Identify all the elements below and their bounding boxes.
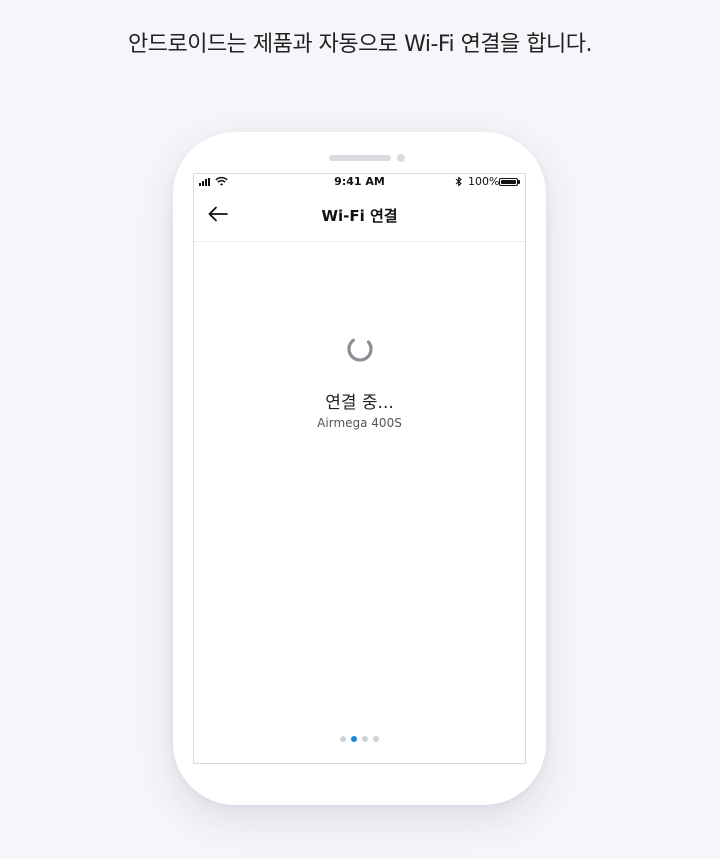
battery-icon [499,178,520,186]
page-dot [373,736,379,742]
page-dot [362,736,368,742]
device-name: Airmega 400S [317,416,402,430]
bluetooth-icon [455,176,462,187]
page-dot [340,736,346,742]
status-bar: 9:41 AM 100% [194,174,525,190]
page-caption: 안드로이드는 제품과 자동으로 Wi-Fi 연결을 합니다. [127,32,593,57]
page-indicator [194,736,525,742]
app-bar: Wi-Fi 연결 [194,190,525,242]
page-dot-active [351,736,357,742]
battery-percentage: 100% [468,175,500,188]
connection-status-title: 연결 중... [325,393,394,413]
page-title: Wi-Fi 연결 [321,207,398,225]
loading-spinner-icon [347,336,373,362]
phone-camera [397,154,405,162]
phone-screen: 9:41 AM 100% Wi-Fi 연결 연결 중... Airmega 40… [193,173,526,764]
phone-mockup: 9:41 AM 100% Wi-Fi 연결 연결 중... Airmega 40… [173,132,546,805]
phone-speaker [329,155,391,161]
